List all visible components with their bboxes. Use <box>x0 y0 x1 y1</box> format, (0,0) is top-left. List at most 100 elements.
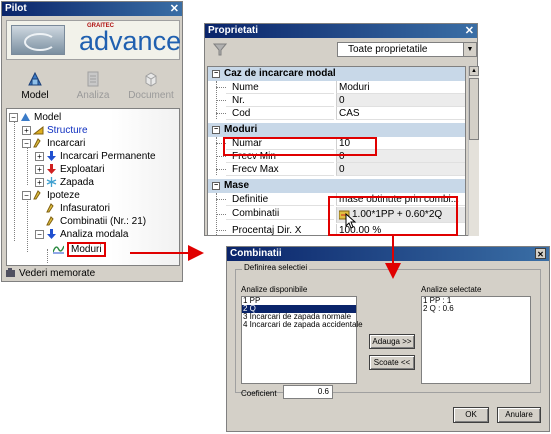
collapse-icon[interactable]: − <box>35 229 44 239</box>
expand-icon[interactable]: + <box>35 151 44 161</box>
combinatii-titlebar[interactable]: Combinatii ✕ <box>227 247 549 261</box>
tree-item-analiza-modala[interactable]: − Analiza modala <box>35 228 128 241</box>
tree-item-structure[interactable]: + Structure <box>22 124 88 137</box>
collapse-icon[interactable]: − <box>212 182 220 190</box>
section-caz-incarcare[interactable]: − Caz de incarcare modal <box>208 67 465 81</box>
loads-folder-icon <box>33 138 41 148</box>
selected-analyses-list[interactable]: 1 PP : 1 2 Q : 0.6 <box>421 296 531 384</box>
logo-product-name: advance <box>79 26 182 56</box>
remove-button[interactable]: Scoate << <box>369 355 415 370</box>
tree-item-moduri[interactable]: Moduri <box>53 242 106 257</box>
scroll-thumb[interactable] <box>469 78 479 140</box>
tree-item-label: Exploatari <box>60 164 105 175</box>
property-name: Procentaj Dir. X <box>226 224 334 235</box>
group-title: Definirea selectiei <box>242 263 310 272</box>
coefficient-label: Coeficient <box>241 389 277 398</box>
combinations-icon <box>46 216 54 226</box>
properties-filter-value: Toate proprietatile <box>348 44 428 55</box>
snow-load-icon <box>46 177 57 188</box>
add-button[interactable]: Adauga >> <box>369 334 415 349</box>
property-name: Cod <box>226 107 334 120</box>
list-item[interactable]: 2 Q : 0.6 <box>422 305 530 313</box>
properties-toolbar: Toate proprietatile ▼ <box>207 39 477 59</box>
tree-item-infasuratori[interactable]: Infasuratori <box>46 202 110 215</box>
list-item[interactable]: 1 PP <box>242 297 356 305</box>
expand-icon[interactable]: + <box>35 177 44 187</box>
property-value[interactable]: Moduri <box>336 81 465 94</box>
property-row-nr[interactable]: Nr. 0 <box>208 94 465 107</box>
section-title: Caz de incarcare modal <box>224 68 336 79</box>
expand-icon[interactable]: + <box>22 125 31 135</box>
modal-analysis-icon <box>47 229 56 240</box>
property-value[interactable]: CAS <box>336 107 465 120</box>
camera-icon <box>6 268 15 278</box>
mouse-cursor-icon <box>345 213 357 229</box>
mode-analysis-label: Analiza <box>76 90 110 101</box>
analysis-icon <box>87 71 99 87</box>
tree-item-label: Infasuratori <box>60 203 111 214</box>
collapse-icon[interactable]: − <box>9 112 18 122</box>
close-icon[interactable]: ✕ <box>465 24 474 38</box>
tree-item-exploatari[interactable]: + Exploatari <box>35 163 104 176</box>
coefficient-input[interactable]: 0.6 <box>283 385 333 399</box>
mode-analysis-button[interactable]: Analiza <box>64 64 122 108</box>
tree-item-label: Combinatii (Nr.: 21) <box>60 216 147 227</box>
property-name: Definitie <box>226 193 334 206</box>
down-arrow-red-icon <box>47 164 56 175</box>
pilot-title: Pilot <box>5 3 27 14</box>
saved-views-item[interactable]: Vederi memorate <box>6 268 95 279</box>
property-row-nume[interactable]: Nume Moduri <box>208 81 465 94</box>
tree-item-incarcari-permanente[interactable]: + Incarcari Permanente <box>35 150 156 163</box>
mode-switcher: Model Analiza Document <box>6 64 180 108</box>
properties-filter-select[interactable]: Toate proprietatile ▼ <box>337 42 477 57</box>
property-value: 0 <box>336 163 465 176</box>
scroll-up-icon[interactable]: ▲ <box>469 66 479 76</box>
numar-highlight <box>223 137 377 156</box>
available-analyses-label: Analize disponibile <box>241 285 308 294</box>
close-icon[interactable]: ✕ <box>535 248 546 259</box>
property-name: Nume <box>226 81 334 94</box>
available-analyses-list[interactable]: 1 PP 2 Q 3 Incarcari de zapada normale 4… <box>241 296 363 384</box>
cancel-button[interactable]: Anulare <box>497 407 541 423</box>
pilot-titlebar[interactable]: Pilot ✕ <box>2 2 182 16</box>
collapse-icon[interactable]: − <box>22 190 31 200</box>
tree-item-ipoteze[interactable]: − Ipoteze <box>22 189 80 202</box>
section-mase[interactable]: − Mase <box>208 179 465 193</box>
tree-item-label: Structure <box>47 125 88 136</box>
mode-document-button[interactable]: Document <box>122 64 180 108</box>
tree-item-combinatii[interactable]: Combinatii (Nr.: 21) <box>46 215 146 228</box>
advance-logo-banner: GRAITEC advance <box>6 20 182 60</box>
model-tree: − Model + Structure − Incarcari + Incarcari … <box>6 108 180 266</box>
chevron-down-icon[interactable]: ▼ <box>463 43 476 56</box>
tree-item-label: Incarcari <box>47 138 86 149</box>
tree-item-incarcari[interactable]: − Incarcari <box>22 137 85 150</box>
section-title: Mase <box>224 180 250 191</box>
property-name: Nr. <box>226 94 334 107</box>
tree-item-zapada[interactable]: + Zapada <box>35 176 94 189</box>
property-value: 0 <box>336 94 465 107</box>
mode-document-label: Document <box>128 90 174 101</box>
list-item[interactable]: 4 Incarcari de zapada accidentale <box>242 321 363 329</box>
section-moduri[interactable]: − Moduri <box>208 123 465 137</box>
modes-icon <box>53 246 64 254</box>
close-icon[interactable]: ✕ <box>170 2 179 16</box>
properties-titlebar[interactable]: Proprietati ✕ <box>205 24 477 38</box>
pilot-window: Pilot ✕ GRAITEC advance Model Analiza Do… <box>1 1 183 282</box>
property-name: Combinatii <box>226 207 334 220</box>
collapse-icon[interactable]: − <box>212 126 220 134</box>
collapse-icon[interactable]: − <box>212 70 220 78</box>
property-row-cod[interactable]: Cod CAS <box>208 107 465 120</box>
tree-item-label-selected: Moduri <box>67 242 106 257</box>
ok-button[interactable]: OK <box>453 407 489 423</box>
document-icon <box>145 72 157 87</box>
model-icon <box>21 113 30 122</box>
tree-item-model[interactable]: − Model <box>9 111 61 124</box>
collapse-icon[interactable]: − <box>22 138 31 148</box>
properties-scrollbar[interactable]: ▲ <box>468 66 479 236</box>
expand-icon[interactable]: + <box>35 164 44 174</box>
tree-item-label: Incarcari Permanente <box>60 151 156 162</box>
filter-icon[interactable] <box>213 42 227 56</box>
property-row-frecv-max[interactable]: Frecv Max 0 <box>208 163 465 176</box>
tree-item-label: Analiza modala <box>60 229 129 240</box>
mode-model-button[interactable]: Model <box>6 64 64 108</box>
